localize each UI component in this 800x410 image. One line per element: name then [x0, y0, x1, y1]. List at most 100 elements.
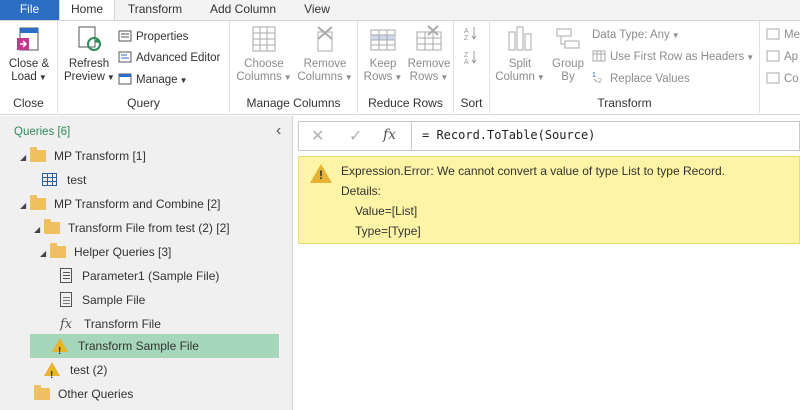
folder-icon	[44, 219, 60, 234]
use-first-row-label: Use First Row as Headers	[610, 51, 745, 63]
query-item-test[interactable]: test	[42, 168, 86, 192]
query-item-transform-sample-file[interactable]: Transform Sample File	[30, 334, 279, 364]
group-by-label-1: Group	[552, 58, 584, 70]
group-reduce-rows: Keep Rows ▼ Remove Rows ▼ Reduce Rows	[358, 21, 454, 113]
formula-input[interactable]: = Record.ToTable(Source)	[422, 128, 595, 142]
query-label: MP Transform and Combine [2]	[54, 197, 221, 211]
properties-icon	[118, 29, 132, 42]
use-first-row-headers-button[interactable]: Use First Row as Headers ▼	[592, 47, 754, 67]
manage-button[interactable]: Manage ▼	[118, 70, 187, 90]
refresh-preview-button[interactable]: Refresh Preview ▼	[64, 24, 115, 84]
query-item-sample-file[interactable]: Sample File	[60, 288, 145, 312]
remove-columns-label-1: Remove	[303, 58, 347, 70]
merge-button[interactable]: Me	[766, 25, 800, 45]
group-label-close: Close	[13, 96, 44, 110]
warning-icon	[44, 362, 60, 388]
headers-icon	[592, 49, 606, 62]
group-transform: Split Column ▼ Group By Data Type: Any ▼ U…	[490, 21, 760, 113]
replace-values-button[interactable]: 1 2 Replace Values	[592, 69, 690, 89]
cancel-formula-icon[interactable]: ✕	[311, 126, 324, 146]
chevron-down-icon: ▼	[283, 73, 292, 82]
query-label: Transform File	[84, 317, 161, 331]
remove-columns-icon	[310, 24, 340, 54]
sort-descending-button[interactable]: ZA	[464, 49, 482, 69]
tab-file[interactable]: File	[0, 0, 59, 20]
advanced-editor-button[interactable]: Advanced Editor	[118, 48, 220, 68]
query-group-other-queries[interactable]: Other Queries	[34, 382, 133, 406]
properties-button[interactable]: Properties	[118, 27, 188, 47]
expand-triangle-icon: ◢	[20, 153, 27, 162]
keep-rows-icon	[368, 24, 398, 54]
chevron-down-icon: ▼	[746, 53, 755, 62]
split-column-label-1: Split	[508, 58, 532, 70]
chevron-down-icon: ▼	[440, 73, 449, 82]
close-load-icon	[14, 24, 44, 54]
remove-rows-label-2-text: Rows	[409, 71, 439, 83]
append-button[interactable]: Ap	[766, 47, 798, 67]
group-label-manage-columns: Manage Columns	[246, 96, 341, 110]
refresh-label-2-text: Preview	[64, 71, 105, 83]
choose-columns-label-1: Choose	[244, 58, 284, 70]
query-item-test-2[interactable]: test (2)	[44, 358, 108, 388]
query-label: Other Queries	[58, 387, 134, 401]
tab-view[interactable]: View	[296, 0, 338, 20]
chevron-down-icon: ▼	[106, 73, 115, 82]
collapse-pane-icon[interactable]: ‹	[276, 122, 281, 140]
data-type-dropdown[interactable]: Data Type: Any ▼	[592, 25, 680, 45]
ribbon-tabbar: File Home Transform Add Column View	[0, 0, 800, 21]
remove-rows-icon	[414, 24, 444, 54]
query-group-transform-file-from-test[interactable]: ◢ Transform File from test (2) [2]	[34, 216, 230, 240]
refresh-label-2: Preview ▼	[64, 71, 115, 84]
sort-descending-icon: ZA	[464, 50, 478, 66]
manage-label: Manage	[136, 74, 178, 86]
folder-icon	[50, 243, 66, 258]
group-by-button[interactable]: Group By	[546, 24, 590, 84]
table-icon	[42, 173, 57, 186]
query-group-mp-transform-combine[interactable]: ◢ MP Transform and Combine [2]	[20, 192, 221, 216]
advanced-editor-icon	[118, 50, 132, 63]
remove-columns-button[interactable]: Remove Columns ▼	[294, 24, 356, 84]
choose-columns-label-2: Columns ▼	[234, 71, 294, 84]
close-load-button[interactable]: Close & Load ▼	[4, 24, 54, 84]
group-label-transform: Transform	[597, 96, 652, 110]
close-load-label-2: Load ▼	[4, 71, 54, 84]
keep-rows-label-1: Keep	[369, 58, 397, 70]
accept-formula-icon[interactable]: ✓	[349, 126, 362, 146]
query-label: Transform File from test (2) [2]	[68, 221, 230, 235]
query-item-transform-file[interactable]: fx Transform File	[60, 312, 161, 336]
sort-ascending-button[interactable]: AZ	[464, 25, 482, 45]
close-load-label-2-text: Load	[11, 71, 37, 83]
tab-transform[interactable]: Transform	[118, 0, 192, 20]
keep-rows-label-2-text: Rows	[363, 71, 393, 83]
expand-triangle-icon: ◢	[40, 249, 47, 258]
choose-columns-icon	[249, 24, 279, 54]
split-column-button[interactable]: Split Column ▼	[494, 24, 546, 84]
combine-button[interactable]: Co	[766, 69, 799, 89]
warning-icon	[52, 338, 68, 364]
tab-home[interactable]: Home	[59, 0, 115, 21]
group-label-reduce-rows: Reduce Rows	[368, 96, 443, 110]
tab-add-column[interactable]: Add Column	[196, 0, 290, 20]
group-query: Refresh Preview ▼ Properties Advanced Edi…	[58, 21, 230, 113]
group-manage-columns: Choose Columns ▼ Remove Columns ▼ Manage C…	[230, 21, 358, 113]
query-item-parameter1[interactable]: Parameter1 (Sample File)	[60, 264, 219, 288]
keep-rows-button[interactable]: Keep Rows ▼	[362, 24, 404, 84]
close-load-label-1: Close &	[8, 58, 50, 70]
refresh-label-1: Refresh	[68, 58, 110, 70]
group-by-label-2: By	[561, 71, 575, 83]
remove-columns-label-2: Columns ▼	[294, 71, 356, 84]
expand-triangle-icon: ◢	[20, 201, 27, 210]
query-label: MP Transform [1]	[54, 149, 146, 163]
folder-icon	[34, 385, 50, 400]
chevron-down-icon: ▼	[179, 76, 188, 85]
refresh-icon	[74, 24, 104, 54]
choose-columns-button[interactable]: Choose Columns ▼	[234, 24, 294, 84]
chevron-down-icon: ▼	[394, 73, 403, 82]
append-label: Ap	[784, 51, 799, 63]
query-label: test (2)	[70, 363, 108, 377]
fx-icon[interactable]: fx	[383, 127, 396, 143]
remove-rows-button[interactable]: Remove Rows ▼	[406, 24, 452, 84]
query-group-helper-queries[interactable]: ◢ Helper Queries [3]	[40, 240, 171, 264]
queries-header: Queries [6]	[14, 126, 71, 138]
query-group-mp-transform[interactable]: ◢ MP Transform [1]	[20, 144, 146, 168]
